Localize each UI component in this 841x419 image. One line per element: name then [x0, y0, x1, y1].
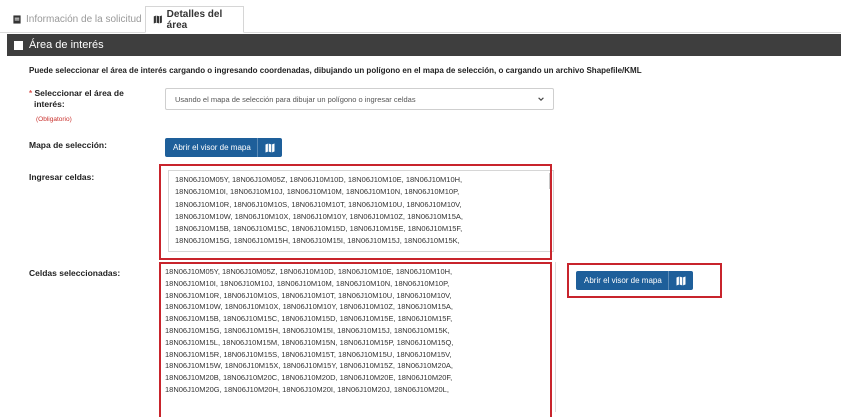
textarea-scrollbar[interactable]	[549, 173, 552, 189]
checkbox-icon	[14, 40, 23, 50]
file-icon	[13, 14, 21, 24]
area-select-label-line1: Seleccionar el área de	[34, 88, 124, 98]
intro-text: Puede seleccionar el área de interés car…	[29, 66, 642, 75]
enter-cells-line: 18N06J10M15B, 18N06J10M15C, 18N06J10M15D…	[175, 224, 463, 234]
open-map-viewer-button-2[interactable]: Abrir el visor de mapa	[576, 271, 693, 290]
required-text: (Obligatorio)	[36, 116, 72, 123]
enter-cells-line: 18N06J10M10R, 18N06J10M10S, 18N06J10M10T…	[175, 199, 462, 209]
selected-cells-line: 18N06J10M15B, 18N06J10M15C, 18N06J10M15D…	[165, 314, 453, 324]
selected-cells-line: 18N06J10M20B, 18N06J10M20C, 18N06J10M20D…	[165, 373, 453, 383]
tab-bar: Información de la solicitud Detalles del…	[0, 0, 841, 33]
selected-cells-line: 18N06J10M10W, 18N06J10M10X, 18N06J10M10Y…	[165, 302, 453, 312]
area-select-label-line2: interés:	[34, 99, 65, 109]
area-select-dropdown[interactable]: Usando el mapa de selección para dibujar…	[165, 88, 554, 110]
map-selection-label: Mapa de selección:	[29, 140, 107, 150]
selected-cells-list: 18N06J10M05Y, 18N06J10M05Z, 18N06J10M10D…	[165, 266, 549, 406]
area-select-label: * Seleccionar el área de interés:	[29, 88, 124, 110]
selected-cells-line: 18N06J10M10R, 18N06J10M10S, 18N06J10M10T…	[165, 290, 452, 300]
required-marker: *	[29, 89, 33, 98]
tab-solicitud-info[interactable]: Información de la solicitud	[12, 6, 142, 32]
tab-bar-divider	[0, 32, 841, 33]
tab-detalles-area-label: Detalles del área	[166, 8, 223, 31]
enter-cells-label: Ingresar celdas:	[29, 172, 95, 182]
enter-cells-textarea[interactable]: 18N06J10M05Y, 18N06J10M05Z, 18N06J10M10D…	[168, 170, 554, 252]
selected-cells-label: Celdas seleccionadas:	[29, 268, 121, 278]
selected-cells-line: 18N06J10M15R, 18N06J10M15S, 18N06J10M15T…	[165, 349, 452, 359]
section-header: Área de interés	[7, 34, 841, 56]
enter-cells-line: 18N06J10M10W, 18N06J10M10X, 18N06J10M10Y…	[175, 211, 463, 221]
area-select-value: Usando el mapa de selección para dibujar…	[175, 94, 416, 104]
selected-cells-line: 18N06J10M10I, 18N06J10M10J, 18N06J10M10M…	[165, 278, 450, 288]
enter-cells-line: 18N06J10M05Y, 18N06J10M05Z, 18N06J10M10D…	[175, 175, 463, 184]
open-map-viewer-button[interactable]: Abrir el visor de mapa	[165, 138, 282, 157]
selected-cells-line: 18N06J10M15L, 18N06J10M15M, 18N06J10M15N…	[165, 337, 454, 347]
map-icon	[153, 15, 162, 24]
selected-cells-line: 18N06J10M20G, 18N06J10M20H, 18N06J10M20I…	[165, 384, 449, 394]
section-title: Área de interés	[29, 39, 104, 51]
open-map-viewer-button-2-label: Abrir el visor de mapa	[584, 276, 662, 285]
open-map-viewer-button-label: Abrir el visor de mapa	[173, 143, 251, 152]
tab-solicitud-info-label: Información de la solicitud	[26, 13, 142, 25]
column-divider	[555, 262, 556, 412]
selected-cells-line: 18N06J10M15W, 18N06J10M15X, 18N06J10M15Y…	[165, 361, 453, 371]
map-icon	[258, 143, 282, 153]
chevron-down-icon	[538, 97, 544, 101]
enter-cells-line: 18N06J10M10I, 18N06J10M10J, 18N06J10M10M…	[175, 187, 460, 197]
selected-cells-line: 18N06J10M15G, 18N06J10M15H, 18N06J10M15I…	[165, 325, 450, 335]
map-icon	[669, 276, 693, 286]
tab-detalles-area[interactable]: Detalles del área	[145, 6, 244, 33]
selected-cells-line: 18N06J10M05Y, 18N06J10M05Z, 18N06J10M10D…	[165, 267, 453, 276]
enter-cells-line: 18N06J10M15G, 18N06J10M15H, 18N06J10M15I…	[175, 236, 460, 246]
